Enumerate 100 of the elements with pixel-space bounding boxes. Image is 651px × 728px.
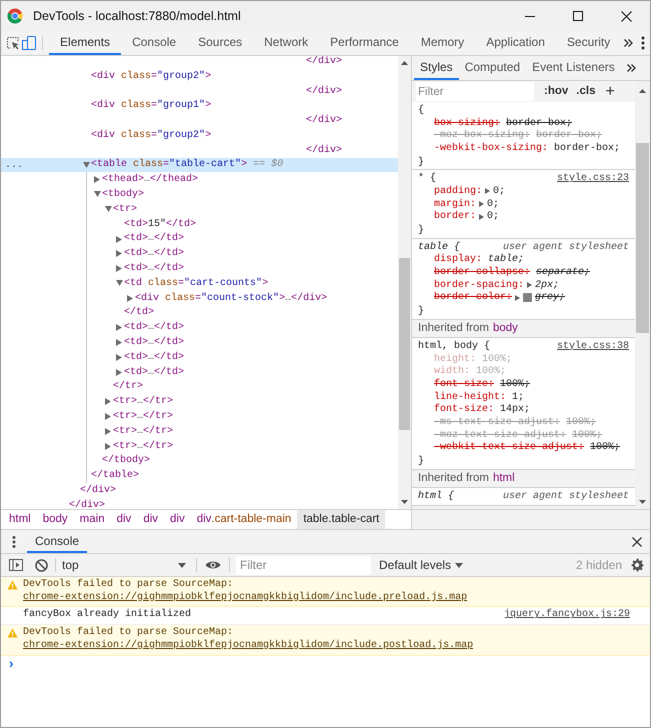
inherited-element-link[interactable]: html: [492, 470, 515, 487]
triangle-right-icon[interactable]: [105, 413, 111, 420]
new-rule-button[interactable]: +: [605, 84, 615, 100]
panel-tab[interactable]: Application: [475, 31, 556, 55]
scrollbar-thumb[interactable]: [636, 143, 649, 333]
triangle-down-icon[interactable]: [94, 191, 101, 198]
color-swatch[interactable]: [523, 293, 532, 302]
dom-node[interactable]: <div class="group1">: [1, 98, 398, 114]
sidebar-tab[interactable]: Event Listeners: [526, 56, 621, 80]
dom-node[interactable]: <td>…</td>: [1, 232, 398, 246]
breadcrumb[interactable]: html: [3, 510, 37, 529]
breadcrumb[interactable]: div: [110, 510, 138, 529]
triangle-right-icon[interactable]: [105, 398, 111, 406]
triangle-right-icon[interactable]: [94, 176, 100, 184]
triangle-right-icon[interactable]: [116, 324, 122, 332]
source-map-link[interactable]: chrome-extension://gighmmpiobklfepjocnamgkkbiglidom/include.preload.js.map: [23, 592, 468, 604]
panel-tab[interactable]: Console: [121, 31, 188, 55]
console-prompt[interactable]: ›: [7, 658, 16, 672]
panel-tab[interactable]: Network: [253, 31, 320, 55]
context-dropdown[interactable]: top: [62, 556, 190, 574]
triangle-right-icon[interactable]: [485, 188, 490, 194]
dom-node[interactable]: ... <table class="table-cart"> == $0: [1, 158, 398, 172]
triangle-right-icon[interactable]: [527, 282, 532, 288]
source-link[interactable]: jquery.fancybox.js:29: [504, 609, 630, 622]
breadcrumb[interactable]: body: [36, 510, 74, 529]
console-filter-field[interactable]: Filter: [236, 556, 371, 574]
panel-tab[interactable]: Elements: [49, 31, 122, 55]
filter-field[interactable]: Filter: [416, 82, 534, 101]
dom-node[interactable]: </td>: [1, 306, 398, 320]
dom-node[interactable]: <tr>…</tr>: [1, 438, 398, 454]
scroll-up-arrow-icon[interactable]: [639, 89, 646, 93]
dom-node[interactable]: <div class="count-stock">…</div>: [1, 290, 398, 306]
panel-tab[interactable]: Sources: [187, 31, 254, 55]
triangle-right-icon[interactable]: [116, 250, 122, 258]
triangle-right-icon[interactable]: [116, 339, 122, 346]
panel-tab[interactable]: Security: [556, 31, 622, 55]
triangle-down-icon[interactable]: [105, 206, 112, 212]
rule-selector: table {: [418, 240, 460, 254]
dom-node[interactable]: </div>: [1, 498, 398, 509]
scroll-down-arrow-icon[interactable]: [401, 500, 408, 504]
scrollbar-thumb[interactable]: [399, 258, 410, 430]
triangle-right-icon[interactable]: [105, 442, 111, 450]
triangle-right-icon[interactable]: [116, 368, 122, 376]
scroll-up-arrow-icon[interactable]: [401, 61, 408, 65]
scroll-down-arrow-icon[interactable]: [639, 500, 646, 504]
dom-node[interactable]: <tr>…</tr>: [1, 424, 398, 439]
dom-node[interactable]: </tbody>: [1, 454, 398, 468]
triangle-right-icon[interactable]: [127, 294, 133, 302]
triangle-right-icon[interactable]: [479, 201, 484, 208]
sidebar-tab[interactable]: Styles: [414, 56, 459, 80]
clear-console-button[interactable]: [33, 558, 49, 572]
breadcrumb[interactable]: div: [164, 510, 191, 529]
inherited-element-link[interactable]: body: [492, 320, 518, 338]
dom-node[interactable]: <tbody>: [1, 187, 398, 202]
dom-node[interactable]: </div>: [1, 56, 398, 69]
triangle-right-icon[interactable]: [479, 214, 484, 220]
breadcrumb[interactable]: main: [74, 510, 111, 529]
source-map-link[interactable]: chrome-extension://gighmmpiobklfepjocnamgkkbiglidom/include.postload.js.map: [23, 640, 474, 653]
triangle-right-icon[interactable]: [116, 354, 122, 361]
dom-node[interactable]: <td>…</td>: [1, 261, 398, 276]
panel-tab[interactable]: Memory: [410, 31, 476, 55]
class-toggle[interactable]: .cls: [576, 82, 596, 100]
triangle-right-icon[interactable]: [105, 428, 111, 435]
dom-node[interactable]: <td>…</td>: [1, 320, 398, 336]
dom-node[interactable]: </div>: [1, 84, 398, 98]
dom-node[interactable]: <td>…</td>: [1, 364, 398, 380]
rule-closing-brace: }: [418, 454, 426, 467]
sidebar-tab[interactable]: Computed: [458, 56, 526, 80]
breadcrumb[interactable]: div: [137, 510, 164, 529]
sidebar-toggle-button[interactable]: [7, 559, 25, 571]
triangle-down-icon[interactable]: [83, 162, 90, 168]
triangle-right-icon[interactable]: [515, 294, 520, 301]
dom-node[interactable]: <tr>…</tr>: [1, 409, 398, 424]
source-link[interactable]: style.css:23: [556, 171, 629, 186]
triangle-down-icon[interactable]: [116, 280, 123, 286]
log-levels-dropdown[interactable]: Default levels: [379, 556, 464, 574]
settings-button[interactable]: [630, 558, 644, 572]
dom-node[interactable]: </div>: [1, 142, 398, 158]
triangle-right-icon[interactable]: [116, 236, 122, 243]
dom-node[interactable]: <div class="group2">: [1, 68, 398, 84]
dom-node[interactable]: </tr>: [1, 380, 398, 394]
dom-node[interactable]: </table>: [1, 468, 398, 484]
dom-node[interactable]: </div>: [1, 113, 398, 128]
panel-tab[interactable]: Performance: [319, 31, 410, 55]
dom-node[interactable]: <td>…</td>: [1, 246, 398, 262]
breadcrumb[interactable]: div.cart-table-main: [190, 510, 298, 529]
dom-node[interactable]: <div class="group2">: [1, 128, 398, 143]
live-expression-button[interactable]: [203, 560, 223, 570]
dom-node[interactable]: <tr>…</tr>: [1, 394, 398, 410]
dom-node[interactable]: </div>: [1, 483, 398, 498]
breadcrumb[interactable]: table.table-cart: [297, 510, 386, 529]
dom-node[interactable]: <td class="cart-counts">: [1, 276, 398, 291]
triangle-right-icon[interactable]: [116, 265, 122, 272]
dom-node[interactable]: <td>…</td>: [1, 350, 398, 365]
hover-state-toggle[interactable]: :hov: [544, 82, 568, 100]
source-link[interactable]: style.css:38: [556, 338, 629, 354]
dom-node[interactable]: <td>…</td>: [1, 335, 398, 350]
dom-node[interactable]: <thead>…</thead>: [1, 172, 398, 188]
dom-node[interactable]: <td>15"</td>: [1, 216, 398, 232]
dom-node[interactable]: <tr>: [1, 202, 398, 217]
